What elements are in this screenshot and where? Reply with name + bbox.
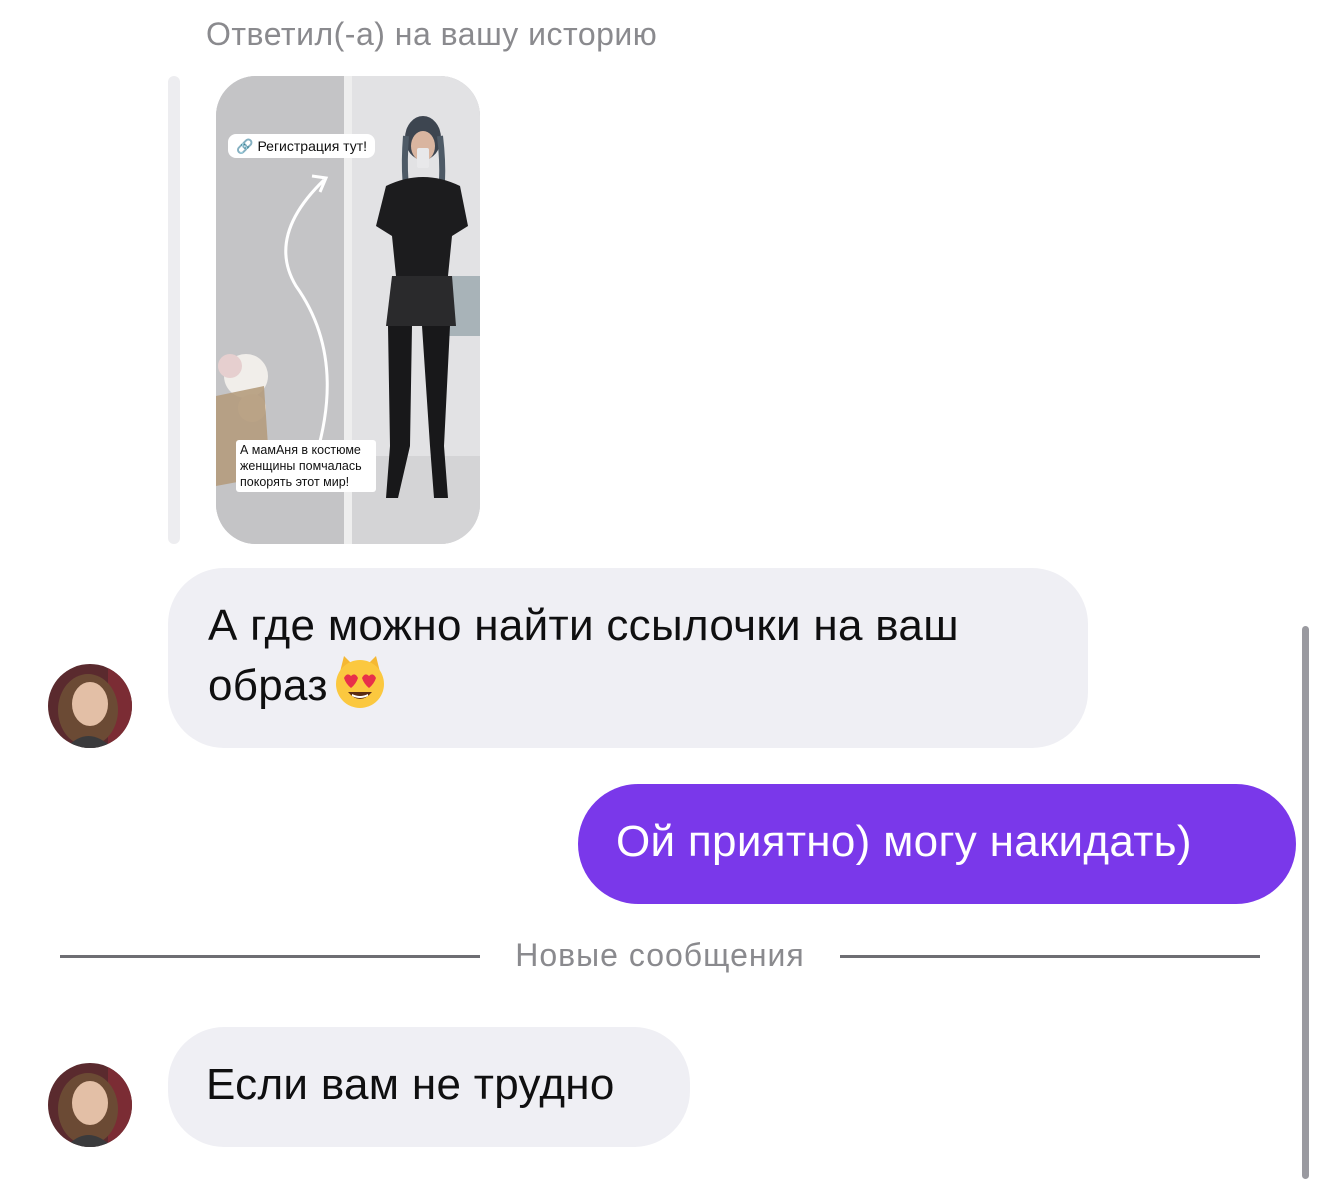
message-text: Ой приятно) могу накидать) [616,817,1192,866]
link-icon: 🔗 [236,138,254,154]
divider-line-left [60,955,480,958]
story-thumbnail[interactable]: 🔗 Регистрация тут! А мамАня в костюме же… [216,76,480,544]
message-bubble-incoming[interactable]: А где можно найти ссылочки на ваш образ [168,568,1088,748]
heart-eyes-cat-emoji [332,654,388,710]
story-text-sticker: А мамАня в костюме женщины помчалась пок… [236,440,376,492]
avatar-photo [48,664,132,748]
avatar[interactable] [48,1063,132,1147]
divider-line-right [840,955,1260,958]
message-bubble-incoming[interactable]: Если вам не трудно [168,1027,690,1147]
scrollbar[interactable] [1302,626,1309,1179]
message-bubble-outgoing[interactable]: Ой приятно) могу накидать) [578,784,1296,904]
avatar-photo [48,1063,132,1147]
link-sticker-label: Регистрация тут! [257,138,368,154]
avatar[interactable] [48,664,132,748]
message-text: А где можно найти ссылочки на ваш образ [208,601,959,710]
new-messages-divider: Новые сообщения [515,937,805,973]
link-sticker[interactable]: 🔗 Регистрация тут! [228,134,376,158]
story-reply-caption: Ответил(-а) на вашу историю [206,16,658,52]
message-text: Если вам не трудно [206,1060,615,1109]
reply-indicator-bar [168,76,180,544]
